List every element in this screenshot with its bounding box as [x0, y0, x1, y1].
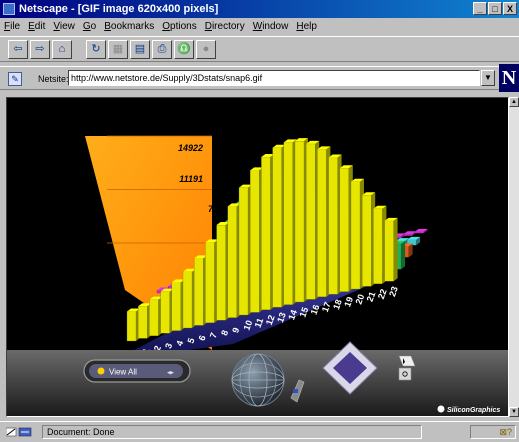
status-bar: Document: Done ⊠? — [0, 421, 519, 442]
silicon-graphics-logo: SiliconGraphics — [437, 405, 500, 414]
menu-directory[interactable]: Directory — [205, 19, 245, 34]
view-all-label: View All — [109, 368, 137, 377]
title-bar[interactable]: Netscape - [GIF image 620x400 pixels] _ … — [0, 0, 519, 18]
view-all-indicator-icon — [97, 367, 105, 375]
bar-4-23 — [414, 228, 428, 234]
print-icon[interactable]: ⎙ — [152, 40, 172, 59]
open-icon[interactable]: ▤ — [130, 40, 150, 59]
find-icon[interactable]: ♎ — [174, 40, 194, 59]
wall-label-2: 746 — [208, 204, 224, 214]
view-all-button[interactable]: View All ◂▸ — [83, 359, 191, 383]
window-title: Netscape - [GIF image 620x400 pixels] — [19, 3, 219, 15]
bar-0-23 — [384, 217, 398, 282]
netscape-logo[interactable]: N — [499, 64, 519, 92]
menu-view[interactable]: View — [53, 19, 75, 34]
url-dropdown-icon[interactable]: ▼ — [481, 70, 495, 86]
bar-0-17 — [317, 146, 331, 297]
menu-file[interactable]: File — [4, 19, 20, 34]
forward-icon[interactable]: ⇨ — [30, 40, 50, 59]
silicon-graphics-label: SiliconGraphics — [447, 407, 500, 414]
menu-window[interactable]: Window — [253, 19, 289, 34]
bar-0-2 — [149, 296, 163, 336]
mail-status-icon[interactable]: ⊠? — [470, 425, 516, 439]
close-button[interactable]: X — [503, 2, 517, 15]
bar-0-20 — [350, 178, 364, 290]
location-bar: ✎ Netsite: http://www.netstore.de/Supply… — [0, 66, 519, 90]
toolbar: ⇦ ⇨ ⌂ ↻ ▦ ▤ ⎙ ♎ ● — [0, 36, 519, 62]
x-tick-23: 23 — [387, 285, 400, 298]
menu-bar: File Edit View Go Bookmarks Options Dire… — [0, 19, 519, 34]
menu-edit[interactable]: Edit — [28, 19, 45, 34]
bar-0-19 — [339, 165, 353, 292]
menu-go[interactable]: Go — [83, 19, 96, 34]
menu-bookmarks[interactable]: Bookmarks — [104, 19, 154, 34]
status-text: Document: Done — [42, 425, 422, 439]
bar-4-22 — [403, 231, 417, 236]
bar-0-22 — [373, 205, 387, 284]
wall-label-1: 11191 — [179, 174, 203, 184]
menu-help[interactable]: Help — [296, 19, 317, 34]
back-icon[interactable]: ⇦ — [8, 40, 28, 59]
minimize-button[interactable]: _ — [473, 2, 487, 15]
menu-options[interactable]: Options — [162, 19, 196, 34]
maximize-button[interactable]: □ — [488, 2, 502, 15]
wall-label-0: 14922 — [178, 143, 203, 153]
bar-0-15 — [294, 138, 308, 303]
bookmark-page-icon[interactable]: ✎ — [8, 72, 22, 86]
bar-0-12 — [261, 154, 275, 310]
images-icon[interactable]: ▦ — [108, 40, 128, 59]
bar-0-14 — [283, 139, 297, 305]
rotate-globe-icon[interactable] — [231, 353, 285, 407]
bar-0-7 — [205, 239, 219, 323]
scroll-down-icon[interactable]: ▼ — [509, 407, 519, 417]
3d-stats-chart: 14922 11191 746 012345678910111213141516… — [7, 135, 508, 416]
image-viewport: 14922 11191 746 012345678910111213141516… — [6, 97, 509, 417]
vertical-scrollbar[interactable]: ▲ ▼ — [509, 97, 519, 417]
browser-window: Netscape - [GIF image 620x400 pixels] _ … — [0, 0, 519, 442]
home-icon[interactable]: ⌂ — [52, 40, 72, 59]
location-label: Netsite: — [38, 74, 69, 84]
url-input[interactable]: http://www.netstore.de/Supply/3Dstats/sn… — [68, 70, 480, 86]
reload-icon[interactable]: ↻ — [86, 40, 106, 59]
security-key-icon[interactable] — [6, 426, 34, 438]
netscape-app-icon[interactable] — [3, 3, 15, 15]
scroll-up-icon[interactable]: ▲ — [509, 97, 519, 107]
stop-icon[interactable]: ● — [196, 40, 216, 59]
view-all-arrows-icon: ◂▸ — [167, 370, 175, 377]
